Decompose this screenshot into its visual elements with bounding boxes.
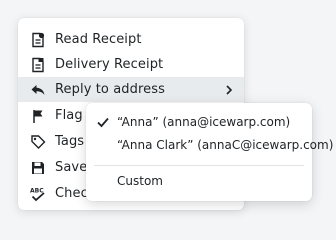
save-icon — [30, 160, 46, 176]
reply-to-address-submenu: “Anna” (anna@icewarp.com) “Anna Clark” (… — [86, 103, 333, 201]
submenu-item-anna-clark[interactable]: “Anna Clark” (annaC@icewarp.com) — [86, 133, 333, 157]
menu-item-label: Save — [55, 160, 88, 175]
submenu-item-custom[interactable]: Custom — [86, 169, 312, 193]
page: Read Receipt Delivery Receipt Reply to a… — [0, 0, 336, 240]
menu-item-label: Read Receipt — [55, 32, 142, 47]
submenu-item-anna[interactable]: “Anna” (anna@icewarp.com) — [86, 110, 312, 134]
submenu-item-label: Custom — [117, 174, 163, 188]
menu-item-label: Reply to address — [55, 82, 165, 97]
reply-icon — [30, 82, 46, 98]
submenu-divider — [94, 165, 304, 166]
menu-item-label: Flag — [55, 108, 83, 123]
spellcheck-icon: ABC — [30, 186, 46, 202]
svg-text:ABC: ABC — [30, 187, 44, 194]
chevron-right-icon — [226, 85, 233, 95]
menu-item-label: Tags — [55, 134, 85, 149]
read-receipt-icon — [30, 32, 46, 48]
menu-item-read-receipt[interactable]: Read Receipt — [18, 27, 244, 52]
menu-item-label: Delivery Receipt — [55, 57, 164, 72]
menu-item-reply-to-address[interactable]: Reply to address — [18, 77, 244, 102]
delivery-receipt-icon — [30, 57, 46, 73]
submenu-item-label: “Anna” (anna@icewarp.com) — [117, 115, 291, 129]
submenu-item-label: “Anna Clark” (annaC@icewarp.com) — [117, 138, 334, 152]
tag-icon — [30, 134, 46, 150]
checkmark-icon — [97, 117, 109, 128]
menu-item-delivery-receipt[interactable]: Delivery Receipt — [18, 52, 244, 77]
flag-icon — [30, 108, 46, 124]
